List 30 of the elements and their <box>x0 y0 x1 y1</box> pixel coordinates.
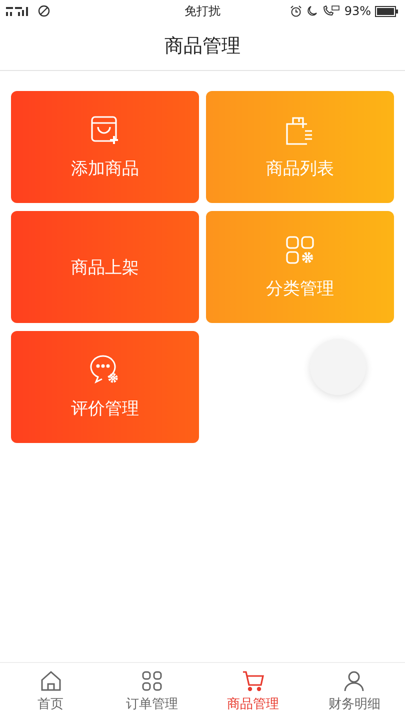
cart-icon <box>242 670 264 692</box>
person-icon <box>343 670 366 692</box>
home-icon <box>40 670 62 692</box>
menu-tile[interactable]: 添加商品 <box>11 91 199 203</box>
alarm-icon <box>290 5 302 17</box>
moon-icon <box>306 5 318 17</box>
tile-label: 商品上架 <box>71 256 139 278</box>
nav-tab[interactable]: 首页 <box>0 663 102 720</box>
menu-tile[interactable]: 分类管理 <box>206 211 394 323</box>
grid-gear-icon <box>285 234 315 264</box>
bag-add-icon <box>90 114 120 144</box>
menu-tile[interactable]: 评价管理 <box>11 331 199 443</box>
battery-icon <box>375 6 399 16</box>
call-icon <box>322 5 340 17</box>
page-title: 商品管理 <box>164 34 240 59</box>
menu-tile[interactable]: 商品上架 <box>11 211 199 323</box>
tile-label: 分类管理 <box>266 278 334 300</box>
menu-tile[interactable]: 商品列表 <box>206 91 394 203</box>
nav-tab[interactable]: 财务明细 <box>304 663 405 720</box>
nav-tab[interactable]: 订单管理 <box>101 663 202 720</box>
bag-list-icon <box>285 114 315 144</box>
status-mode: 免打扰 <box>184 2 220 20</box>
grid-icon <box>140 670 163 692</box>
tile-label: 添加商品 <box>71 158 139 180</box>
blocked-icon <box>38 5 50 17</box>
chat-gear-icon <box>90 354 120 384</box>
tile-label: 商品列表 <box>266 158 334 180</box>
tile-label: 评价管理 <box>71 398 139 420</box>
battery-percent: 93% <box>344 4 371 18</box>
nav-tab[interactable]: 商品管理 <box>202 663 304 720</box>
